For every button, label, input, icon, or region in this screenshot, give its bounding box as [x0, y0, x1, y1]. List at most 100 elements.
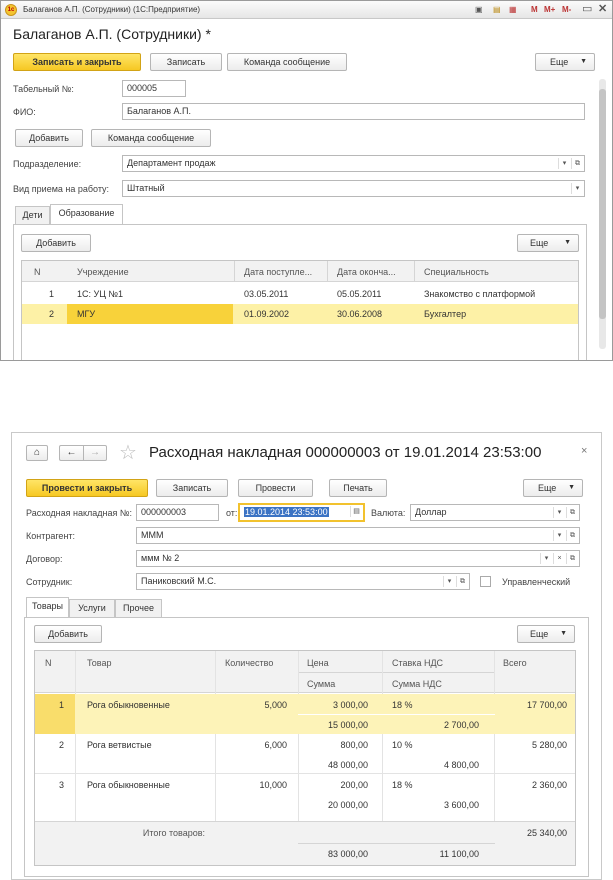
dropdown-arrow-icon: ▼ — [568, 484, 575, 491]
tab-more-label: Еще — [530, 629, 549, 639]
post-button[interactable]: Провести — [238, 479, 313, 497]
post-and-close-button[interactable]: Провести и закрыть — [26, 479, 148, 497]
open-link-icon[interactable]: ⧉ — [566, 530, 578, 541]
close-icon[interactable]: ✕ — [598, 4, 607, 15]
tab-add-button[interactable]: Добавить — [21, 234, 91, 252]
hire-type-field[interactable]: Штатный ▾ — [122, 180, 585, 197]
currency-field[interactable]: Доллар ▾ ⧉ — [410, 504, 580, 521]
tab-children[interactable]: Дети — [15, 206, 50, 224]
table-footer: Итого товаров: 83 000,00 11 100,00 25 34… — [35, 821, 575, 865]
tabnum-field[interactable]: 000005 — [122, 80, 186, 97]
more-button[interactable]: Еще ▼ — [523, 479, 583, 497]
tab-goods[interactable]: Товары — [26, 597, 69, 617]
tab-services[interactable]: Услуги — [69, 599, 115, 617]
dropdown-arrow-icon[interactable]: ▾ — [553, 507, 565, 518]
table-row-selected[interactable]: 2 МГУ 01.09.2002 30.06.2008 Бухгалтер — [22, 304, 578, 324]
dropdown-arrow-icon[interactable]: ▾ — [553, 530, 565, 541]
col-vat-sum: Сумма НДС — [392, 679, 442, 689]
table-row-selected[interactable]: 1 Рога обыкновенные 5,000 3 000,00 15 00… — [35, 694, 575, 734]
col-end-date: Дата оконча... — [337, 267, 396, 277]
open-link-icon[interactable]: ⧉ — [566, 553, 578, 564]
col-total: Всего — [503, 658, 527, 668]
command-message-button[interactable]: Команда сообщение — [227, 53, 347, 71]
row-n: 2 — [59, 740, 65, 750]
goods-table: N Товар Количество Цена Сумма Ставка НДС… — [34, 650, 576, 866]
date-value: 19.01.2014 23:53:00 — [244, 507, 329, 517]
hire-type-label: Вид приема на работу: — [13, 184, 110, 194]
open-link-icon[interactable]: ⧉ — [456, 576, 468, 587]
col-vat-rate: Ставка НДС — [392, 658, 444, 668]
memory-m-button[interactable]: М — [531, 4, 538, 15]
favorites-icon[interactable]: ▤ — [493, 4, 501, 15]
home-button[interactable]: ⌂ — [26, 445, 48, 461]
contract-field[interactable]: ммм № 2 ▾ × ⧉ — [136, 550, 580, 567]
row-n: 1 — [49, 289, 55, 299]
fio-field[interactable]: Балаганов А.П. — [122, 103, 585, 120]
employee-field[interactable]: Паниковский М.С. ▾ ⧉ — [136, 573, 470, 590]
table-header: N Учреждение Дата поступле... Дата оконч… — [22, 261, 578, 282]
print-button[interactable]: Печать — [329, 479, 387, 497]
contractor-field[interactable]: МММ ▾ ⧉ — [136, 527, 580, 544]
open-link-icon[interactable]: ⧉ — [566, 507, 578, 518]
back-button[interactable]: ← — [59, 445, 83, 461]
tab-add-button[interactable]: Добавить — [34, 625, 102, 643]
add-button[interactable]: Добавить — [15, 129, 83, 147]
dropdown-arrow-icon[interactable]: ▾ — [540, 553, 552, 564]
dropdown-arrow-icon: ▼ — [580, 58, 587, 65]
save-button[interactable]: Записать — [156, 479, 228, 497]
memory-plus-button[interactable]: М+ — [544, 4, 555, 15]
dropdown-arrow-icon: ▼ — [560, 630, 567, 637]
management-label: Управленческий — [502, 577, 571, 587]
date-field[interactable]: 19.01.2014 23:53:00 ▤ — [238, 503, 365, 522]
scrollbar-thumb[interactable] — [599, 89, 606, 319]
table-row[interactable]: 3 Рога обыкновенные 10,000 200,00 20 000… — [35, 774, 575, 814]
row-institution: МГУ — [77, 309, 96, 319]
contract-value: ммм № 2 — [141, 553, 180, 563]
management-checkbox[interactable] — [480, 576, 491, 587]
row-total: 5 280,00 — [531, 740, 567, 750]
footer-total: 25 340,00 — [526, 828, 567, 838]
employee-label: Сотрудник: — [26, 577, 73, 587]
tab-education[interactable]: Образование — [50, 204, 123, 224]
tab-more-button[interactable]: Еще ▼ — [517, 625, 575, 643]
save-button[interactable]: Записать — [150, 53, 222, 71]
col-item: Товар — [87, 658, 112, 668]
col-n: N — [45, 658, 52, 668]
save-and-close-button[interactable]: Записать и закрыть — [13, 53, 141, 71]
table-row[interactable]: 2 Рога ветвистые 6,000 800,00 48 000,00 … — [35, 734, 575, 774]
tab-more-button[interactable]: Еще ▼ — [517, 234, 579, 252]
calendar-icon[interactable]: ▦ — [509, 4, 517, 15]
close-icon[interactable]: × — [581, 445, 587, 457]
nav-icon[interactable]: ▣ — [475, 4, 483, 15]
row-vat-sum: 3 600,00 — [443, 800, 479, 810]
more-label: Еще — [538, 483, 557, 493]
row-qty: 10,000 — [259, 780, 287, 790]
tabnum-label: Табельный №: — [13, 84, 74, 94]
memory-minus-button[interactable]: М- — [562, 4, 571, 15]
more-button[interactable]: Еще ▼ — [535, 53, 595, 71]
row-vat-rate: 18 % — [392, 780, 413, 790]
calendar-icon[interactable]: ▤ — [350, 506, 362, 517]
command-message-button-2[interactable]: Команда сообщение — [91, 129, 211, 147]
clear-icon[interactable]: × — [553, 553, 565, 564]
forward-button[interactable]: → — [83, 445, 107, 461]
department-field[interactable]: Департамент продаж ▾ ⧉ — [122, 155, 585, 172]
table-row[interactable]: 1 1С: УЦ №1 03.05.2011 05.05.2011 Знаком… — [22, 283, 578, 304]
arrow-left-icon: ← — [66, 447, 77, 458]
dropdown-arrow-icon[interactable]: ▾ — [558, 158, 570, 169]
row-sum: 48 000,00 — [327, 760, 368, 770]
invoice-number-field[interactable]: 000000003 — [136, 504, 219, 521]
dropdown-arrow-icon[interactable]: ▾ — [443, 576, 455, 587]
title-bar: 1c Балаганов А.П. (Сотрудники) (1С:Предп… — [1, 1, 612, 19]
restore-icon[interactable]: ▭ — [582, 4, 592, 15]
fio-label: ФИО: — [13, 107, 36, 117]
dropdown-arrow-icon[interactable]: ▾ — [571, 183, 583, 194]
currency-value: Доллар — [415, 507, 447, 517]
scrollbar[interactable] — [599, 79, 606, 349]
open-link-icon[interactable]: ⧉ — [571, 158, 583, 169]
home-icon: ⌂ — [33, 447, 41, 458]
col-price: Цена — [307, 658, 329, 668]
star-icon[interactable]: ☆ — [119, 440, 137, 465]
tab-other[interactable]: Прочее — [115, 599, 162, 617]
footer-vat: 11 100,00 — [439, 849, 479, 859]
